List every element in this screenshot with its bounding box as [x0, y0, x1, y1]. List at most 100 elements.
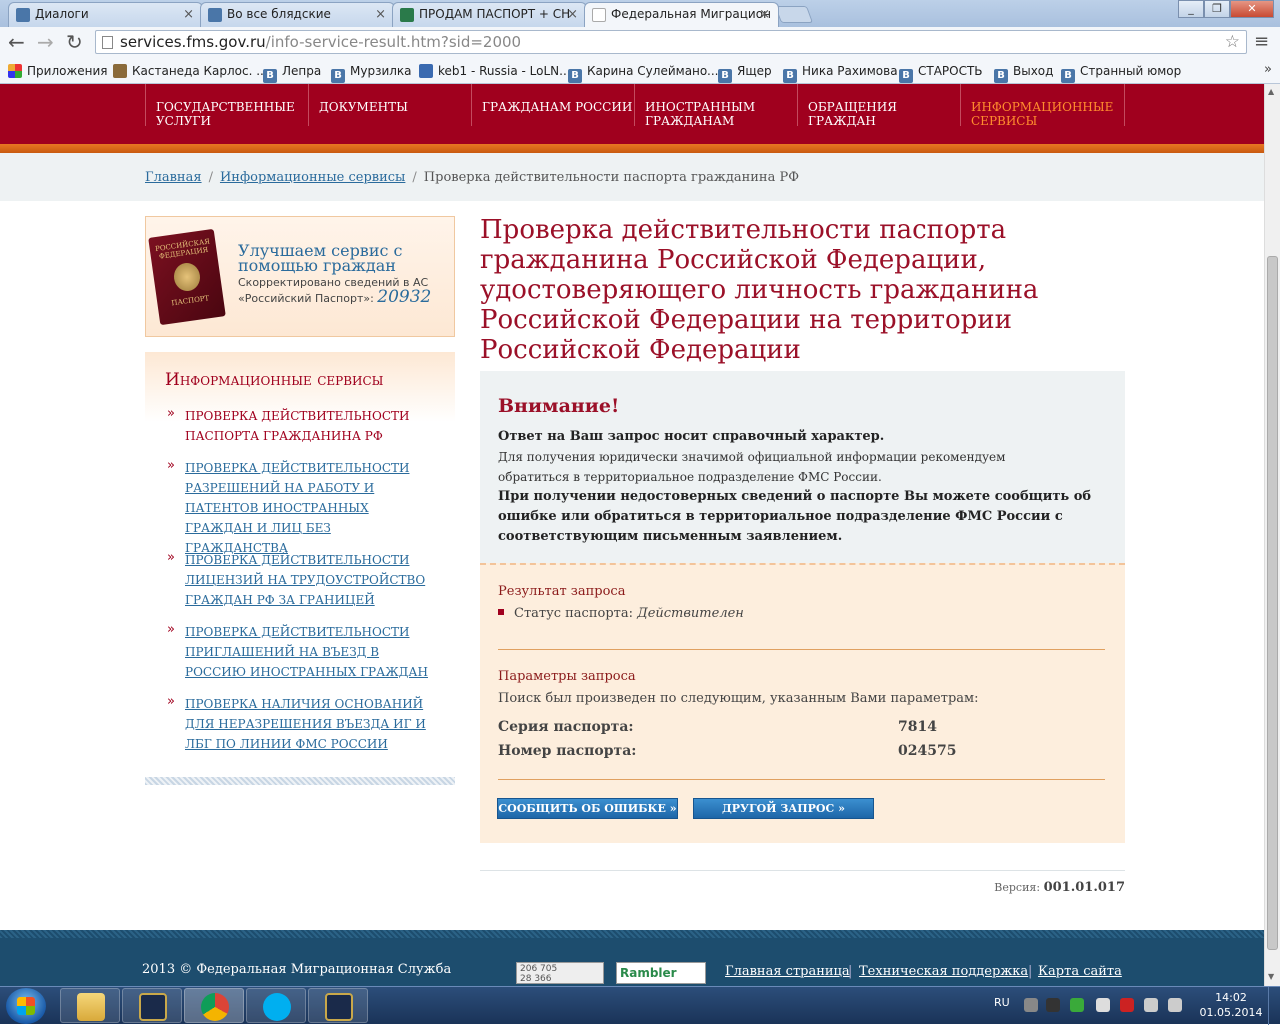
- nav-documents[interactable]: ДОКУМЕНТЫ: [308, 84, 471, 126]
- antivirus-icon[interactable]: [1120, 998, 1134, 1012]
- address-bar[interactable]: services.fms.gov.ru/info-service-result.…: [95, 30, 1247, 54]
- sidebar-item-work-permits[interactable]: Проверка действительности разрешений на …: [185, 458, 435, 558]
- bookmark-vyhod[interactable]: В Выход: [994, 63, 1053, 83]
- divider: [498, 649, 1105, 650]
- bookmark-yashcher[interactable]: В Ящер: [718, 63, 772, 83]
- bookmark-keb1[interactable]: keb1 - Russia - LoLN...: [419, 63, 571, 79]
- another-request-button[interactable]: Другой запрос »: [693, 798, 874, 819]
- sidebar-item-invitations[interactable]: Проверка действительности приглашений на…: [185, 622, 435, 682]
- tab-dialogs[interactable]: Диалоги ×: [8, 2, 203, 27]
- lol-icon: [325, 993, 353, 1021]
- tab-fms[interactable]: Федеральная Миграцион ×: [584, 2, 779, 27]
- language-indicator[interactable]: RU: [994, 996, 1010, 1009]
- footer-link-home[interactable]: Главная страница: [725, 964, 850, 979]
- close-icon[interactable]: ×: [567, 3, 578, 26]
- attention-text-2: Для получения юридически значимой официа…: [498, 450, 1006, 484]
- scroll-down-icon[interactable]: ▼: [1268, 972, 1274, 981]
- number-value: 024575: [898, 743, 957, 759]
- bookmark-starost[interactable]: В СТАРОСТЬ: [899, 63, 983, 83]
- bookmark-kastaneda[interactable]: Кастанеда Карлос. ...: [113, 63, 268, 79]
- footer-separator: |: [1028, 964, 1033, 979]
- network-icon[interactable]: [1144, 998, 1158, 1012]
- close-icon[interactable]: ×: [375, 3, 386, 26]
- sidebar-item-passport[interactable]: Проверка действительности паспорта гражд…: [185, 406, 435, 446]
- number-label: Номер паспорта:: [498, 743, 637, 759]
- show-desktop-button[interactable]: [1268, 987, 1280, 1025]
- taskbar-skype[interactable]: [246, 988, 306, 1023]
- bookmark-murzilka[interactable]: В Мурзилка: [331, 63, 412, 83]
- taskbar-lol[interactable]: [122, 988, 182, 1023]
- new-tab-button[interactable]: [774, 6, 814, 23]
- close-icon[interactable]: ×: [759, 3, 770, 26]
- nav-stripe: [0, 144, 1264, 153]
- maximize-button[interactable]: ❐: [1204, 0, 1230, 18]
- passport-image: РОССИЙСКАЯ ФЕДЕРАЦИЯ ПАСПОРТ: [148, 228, 226, 326]
- start-button[interactable]: [6, 988, 46, 1024]
- close-icon[interactable]: ×: [183, 3, 194, 26]
- app-tray-icon[interactable]: [1070, 998, 1084, 1012]
- vk-icon: В: [718, 69, 732, 83]
- scroll-up-icon[interactable]: ▲: [1268, 87, 1274, 96]
- promo-count: 20932: [377, 287, 432, 307]
- promo-box[interactable]: РОССИЙСКАЯ ФЕДЕРАЦИЯ ПАСПОРТ Улучшаем сер…: [145, 216, 455, 337]
- minimize-button[interactable]: _: [1178, 0, 1204, 18]
- tab-prodam-pasport[interactable]: ПРОДАМ ПАСПОРТ + СН ×: [392, 2, 587, 27]
- report-error-button[interactable]: Сообщить об ошибке »: [497, 798, 678, 819]
- clock[interactable]: 14:02 01.05.2014: [1196, 990, 1266, 1020]
- device-icon[interactable]: [1096, 998, 1110, 1012]
- sidebar-title: Информационные сервисы: [165, 370, 384, 390]
- window-close-button[interactable]: ✕: [1230, 0, 1274, 18]
- nav-foreigners[interactable]: ИНОСТРАННЫМ ГРАЖДАНАМ: [634, 84, 797, 128]
- sidebar-info-services: Информационные сервисы » Проверка действ…: [145, 352, 455, 782]
- version-value: 001.01.017: [1043, 880, 1125, 895]
- taskbar-lol-2[interactable]: [308, 988, 368, 1023]
- footer-link-sitemap[interactable]: Карта сайта: [1038, 964, 1122, 979]
- breadcrumb-separator: /: [208, 170, 213, 185]
- bullet-icon: »: [167, 458, 175, 473]
- tab-vo-vse[interactable]: Во все блядские ×: [200, 2, 395, 27]
- nav-info-services[interactable]: ИНФОРМАЦИОННЫЕ СЕРВИСЫ: [960, 84, 1125, 128]
- back-icon[interactable]: ←: [8, 31, 25, 53]
- bookmark-lepra[interactable]: В Лепра: [263, 63, 321, 83]
- menu-icon[interactable]: ≡: [1254, 31, 1269, 52]
- taskbar-chrome[interactable]: [184, 988, 244, 1023]
- nav-citizens[interactable]: ГРАЖДАНАМ РОССИИ: [471, 84, 634, 126]
- star-icon[interactable]: ☆: [1225, 31, 1240, 53]
- bookmark-humor[interactable]: В Странный юмор: [1061, 63, 1181, 83]
- sidebar-item-licenses[interactable]: Проверка действительности лицензий на тр…: [185, 550, 435, 610]
- breadcrumb-separator: /: [412, 170, 417, 185]
- breadcrumb-info-services[interactable]: Информационные сервисы: [220, 170, 405, 185]
- breadcrumb-current: Проверка действительности паспорта гражд…: [423, 170, 800, 185]
- vk-icon: В: [783, 69, 797, 83]
- bookmark-nika[interactable]: В Ника Рахимова: [783, 63, 898, 83]
- footer-link-support[interactable]: Техническая поддержка: [859, 964, 1028, 979]
- chevron-right-icon[interactable]: »: [1264, 62, 1272, 77]
- divider: [480, 870, 1125, 871]
- volume-icon[interactable]: [1168, 998, 1182, 1012]
- bullet-icon: [498, 609, 504, 615]
- tab-strip: Диалоги × Во все блядские × ПРОДАМ ПАСПО…: [0, 0, 1280, 27]
- vk-icon: В: [1061, 69, 1075, 83]
- promo-text: Скорректировано сведений в АС «Российски…: [238, 276, 432, 307]
- forum-icon: [400, 8, 414, 22]
- promo-title[interactable]: Улучшаем сервис с помощью граждан: [238, 243, 448, 274]
- bookmark-karina[interactable]: В Карина Сулейманo...: [568, 63, 718, 83]
- scroll-thumb[interactable]: [1267, 256, 1278, 950]
- bookmark-apps[interactable]: Приложения: [8, 63, 108, 79]
- vk-icon: В: [899, 69, 913, 83]
- params-heading: Параметры запроса: [498, 669, 636, 684]
- breadcrumb-home[interactable]: Главная: [145, 170, 202, 185]
- rambler-counter[interactable]: Rambler: [616, 962, 706, 984]
- reload-icon[interactable]: ↻: [66, 31, 83, 53]
- sidebar-item-entry-ban[interactable]: Проверка наличия оснований для неразреше…: [185, 694, 435, 754]
- nav-appeals[interactable]: ОБРАЩЕНИЯ ГРАЖДАН: [797, 84, 960, 128]
- steam-icon[interactable]: [1046, 998, 1060, 1012]
- liveinternet-counter[interactable]: 206 705 28 366: [516, 962, 604, 984]
- taskbar-explorer[interactable]: [60, 988, 120, 1023]
- nav-gos-uslugi[interactable]: ГОСУДАРСТВЕННЫЕ УСЛУГИ: [145, 84, 308, 128]
- skype-icon: [263, 993, 291, 1021]
- vk-icon: В: [568, 69, 582, 83]
- forward-icon[interactable]: →: [37, 31, 54, 53]
- scrollbar[interactable]: ▲ ▼: [1264, 84, 1280, 986]
- chevron-up-icon[interactable]: [1024, 998, 1038, 1012]
